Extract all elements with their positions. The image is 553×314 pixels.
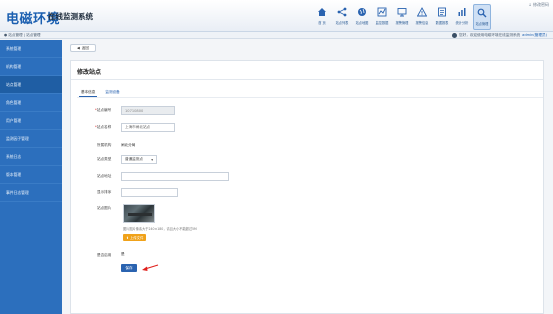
welcome-text: 您好，欢迎使用电磁环境在线监测系统 [459, 33, 521, 37]
avatar [452, 33, 458, 38]
site-address-field[interactable] [121, 172, 229, 181]
site-image-label: 站点图片 [97, 206, 112, 210]
image-hint: 图片图片像素大于240×180，请且大小不能超过5M [123, 227, 197, 231]
sidebar-item-factor[interactable]: 监测因子管理 [0, 130, 62, 148]
app-root: 电磁环境 在线监测系统 ↓ 修改密码 首 页 站点列表 站点地图 监控数据 报警… [0, 0, 553, 314]
nav-label: 报警信息 [415, 21, 429, 25]
breadcrumb: ● 站点管理 | 站点管理 [4, 33, 41, 37]
nav-label: 监控数据 [375, 21, 389, 25]
nav-label: 报警管理 [395, 21, 409, 25]
sidebar-item-role[interactable]: 角色管理 [0, 94, 62, 112]
tab-bar: 基本信息 监测设备 [79, 89, 122, 97]
sidebar-item-site[interactable]: 站点管理 [0, 76, 62, 94]
main-nav: 首 页 站点列表 站点地图 监控数据 报警管理 报警信息 数据报表 统计分析 站… [313, 4, 491, 30]
back-button[interactable]: ◀ 返回 [70, 44, 96, 52]
nav-label: 站点地图 [355, 21, 369, 25]
site-photo [123, 204, 155, 223]
tab-basic-info[interactable]: 基本信息 [79, 89, 98, 97]
site-type-select[interactable]: 普通监测点 ▾ [121, 155, 157, 164]
nav-alarm-manage[interactable]: 报警管理 [393, 4, 411, 30]
site-name-label: *站点名称 [95, 125, 112, 129]
sidebar-item-eventlog[interactable]: 事件日志管理 [0, 184, 62, 202]
share-icon [337, 7, 347, 17]
search-icon [477, 8, 487, 18]
back-label: 返回 [81, 45, 89, 50]
upload-label: 上传文件 [129, 236, 144, 240]
sort-order-label: 显示排序 [97, 190, 112, 194]
sidebar-item-syslog[interactable]: 系统日志 [0, 148, 62, 166]
nav-site-manage[interactable]: 站点管理 [473, 4, 491, 30]
nav-site-list[interactable]: 站点列表 [333, 4, 351, 30]
nav-label: 数据报表 [435, 21, 449, 25]
nav-label: 站点管理 [475, 22, 489, 26]
user-name-link[interactable]: admin(管理员) [522, 33, 547, 38]
sidebar-item-system[interactable]: 系统管理 [0, 40, 62, 58]
top-header: 电磁环境 在线监测系统 ↓ 修改密码 首 页 站点列表 站点地图 监控数据 报警… [0, 0, 553, 32]
report-icon [438, 7, 446, 17]
nav-site-map[interactable]: 站点地图 [353, 4, 371, 30]
edit-site-card: 修改站点 基本信息 监测设备 *站点编号 10710800 *站点名称 上海市闸… [70, 60, 544, 314]
tab-underline [77, 97, 543, 98]
nav-alarm-info[interactable]: 报警信息 [413, 4, 431, 30]
nav-label: 站点列表 [335, 21, 349, 25]
upload-icon: ⬆ [126, 235, 129, 240]
upload-button[interactable]: ⬆ 上传文件 [123, 234, 147, 241]
save-button[interactable]: 保存 [121, 264, 137, 272]
org-label: 所属机构 [97, 143, 112, 147]
site-type-label: 站点类型 [97, 157, 112, 161]
site-type-value: 普通监测点 [125, 157, 143, 161]
app-subtitle: 在线监测系统 [48, 12, 93, 21]
warning-icon [417, 7, 427, 17]
globe-icon [358, 8, 366, 16]
nav-home[interactable]: 首 页 [313, 4, 331, 30]
site-code-field[interactable]: 10710800 [121, 106, 175, 115]
chart-icon [377, 7, 387, 17]
tab-monitor-device[interactable]: 监测设备 [103, 89, 121, 97]
sidebar-item-user[interactable]: 用户管理 [0, 112, 62, 130]
stats-icon [458, 8, 466, 16]
nav-label: 首 页 [318, 21, 326, 25]
site-name-field[interactable]: 上海市闸北站点 [121, 123, 175, 132]
org-value: 闸北分局 [121, 143, 136, 147]
sidebar-item-version[interactable]: 版本管理 [0, 166, 62, 184]
main-content: ◀ 返回 修改站点 基本信息 监测设备 *站点编号 10710800 *站点名称… [66, 40, 548, 314]
arrow-left-icon: ◀ [77, 46, 80, 50]
user-info: 您好，欢迎使用电磁环境在线监测系统 admin(管理员) [452, 33, 547, 38]
chevron-down-icon: ▾ [151, 157, 153, 162]
arrow-left-icon [142, 264, 159, 271]
divider [71, 79, 543, 80]
monitor-icon [397, 8, 407, 17]
nav-stats[interactable]: 统计分析 [453, 4, 471, 30]
sidebar: 系统管理 机构管理 站点管理 角色管理 用户管理 监测因子管理 系统日志 版本管… [0, 40, 62, 314]
home-icon [318, 8, 326, 16]
enabled-label: 是否启用 [97, 253, 112, 257]
enabled-value[interactable]: 是 [121, 252, 125, 257]
change-password-link[interactable]: ↓ 修改密码 [528, 2, 549, 8]
sort-order-field[interactable] [121, 188, 178, 197]
nav-monitor-data[interactable]: 监控数据 [373, 4, 391, 30]
nav-report[interactable]: 数据报表 [433, 4, 451, 30]
nav-label: 统计分析 [455, 21, 469, 25]
site-address-label: 站点地址 [97, 174, 112, 178]
sub-bar: ● 站点管理 | 站点管理 您好，欢迎使用电磁环境在线监测系统 admin(管理… [0, 32, 553, 39]
sidebar-item-org[interactable]: 机构管理 [0, 58, 62, 76]
site-code-label: *站点编号 [95, 108, 112, 112]
page-title: 修改站点 [77, 69, 102, 76]
